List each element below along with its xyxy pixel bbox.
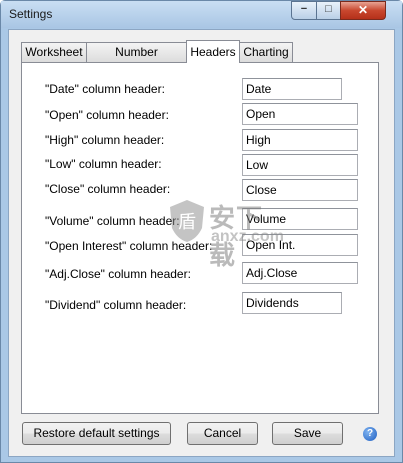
- high-header-label: "High" column header:: [45, 133, 165, 147]
- high-header-field[interactable]: High: [242, 129, 358, 151]
- help-icon[interactable]: ?: [363, 427, 377, 441]
- low-header-field[interactable]: Low: [242, 154, 358, 176]
- dividend-header-label: "Dividend" column header:: [45, 298, 187, 312]
- save-button[interactable]: Save: [272, 422, 343, 445]
- tab-headers[interactable]: Headers: [186, 40, 240, 63]
- close-icon: ✕: [357, 3, 369, 17]
- dividend-header-field[interactable]: Dividends: [242, 292, 342, 314]
- volume-header-field[interactable]: Volume: [242, 208, 358, 230]
- date-header-label: "Date" column header:: [45, 82, 165, 96]
- close-header-field[interactable]: Close: [242, 179, 358, 201]
- tab-charting[interactable]: Charting: [239, 42, 293, 62]
- volume-header-label: "Volume" column header:: [45, 214, 180, 228]
- settings-window: Settings − □ ✕ Worksheet Number Formatti…: [0, 0, 403, 463]
- open-header-label: "Open" column header:: [45, 108, 169, 122]
- minimize-icon: −: [300, 3, 308, 15]
- open-interest-header-field[interactable]: Open Int.: [242, 234, 358, 256]
- restore-defaults-button[interactable]: Restore default settings: [22, 422, 171, 445]
- close-button[interactable]: ✕: [340, 1, 386, 20]
- adj-close-header-label: "Adj.Close" column header:: [45, 267, 191, 281]
- low-header-label: "Low" column header:: [45, 157, 162, 171]
- close-header-label: "Close" column header:: [45, 182, 171, 196]
- open-interest-header-label: "Open Interest" column header:: [45, 239, 213, 253]
- maximize-icon: □: [325, 3, 332, 15]
- adj-close-header-field[interactable]: Adj.Close: [242, 262, 358, 284]
- window-title: Settings: [9, 7, 53, 21]
- date-header-field[interactable]: Date: [242, 78, 342, 100]
- minimize-button[interactable]: −: [291, 1, 317, 20]
- maximize-button[interactable]: □: [316, 1, 341, 20]
- cancel-button[interactable]: Cancel: [187, 422, 258, 445]
- open-header-field[interactable]: Open: [242, 103, 358, 125]
- tab-worksheet[interactable]: Worksheet: [21, 42, 87, 62]
- title-bar[interactable]: Settings − □ ✕: [1, 1, 402, 28]
- tab-number-formatting[interactable]: Number Formatting: [86, 42, 187, 78]
